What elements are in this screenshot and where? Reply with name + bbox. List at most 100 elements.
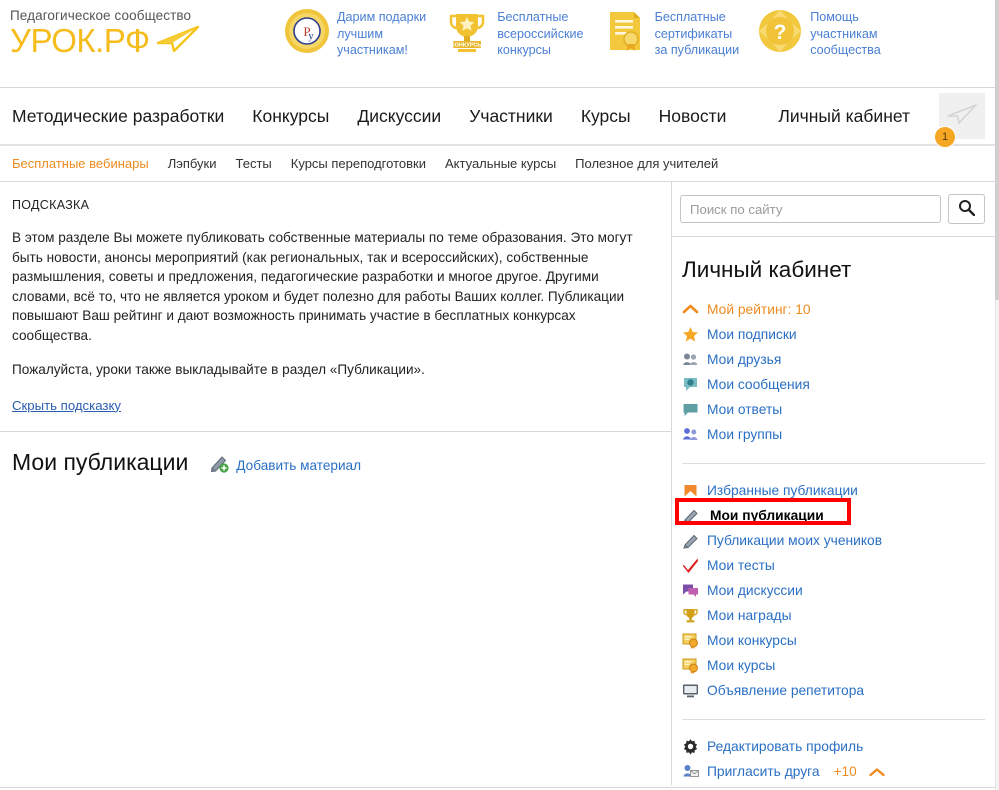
trophy-icon xyxy=(682,607,699,624)
svg-text:КОНКУРСЫ: КОНКУРСЫ xyxy=(451,43,483,49)
sidebar-item-priglasit-druga[interactable]: Пригласить друга +10 xyxy=(680,759,985,784)
subnav-item-aktualnye-kursy[interactable]: Актуальные курсы xyxy=(445,156,556,171)
invite-bonus-points: +10 xyxy=(833,764,857,779)
star-icon xyxy=(682,326,699,343)
friends-icon xyxy=(682,351,699,368)
page-scrollbar[interactable] xyxy=(995,0,999,790)
sidebar-item-obyavlenie-repetitora[interactable]: Объявление репетитора xyxy=(680,678,985,703)
promo-gifts[interactable]: Р у Дарим подарки лучшим участникам! xyxy=(284,8,426,59)
checkmark-icon xyxy=(682,557,699,574)
sidebar-item-moi-testy[interactable]: Мои тесты xyxy=(680,553,985,578)
sidebar-item-moi-kursy[interactable]: Мои курсы xyxy=(680,653,985,678)
promo-line: лучшим xyxy=(337,26,384,41)
sidebar-item-moi-soobshcheniya[interactable]: Мои сообщения xyxy=(680,372,985,397)
scrollbar-thumb[interactable] xyxy=(995,0,999,300)
pencil-icon xyxy=(682,507,699,524)
site-search xyxy=(672,182,999,237)
header-promos: Р у Дарим подарки лучшим участникам! КОН… xyxy=(284,4,881,59)
nav-item-uchastniki[interactable]: Участники xyxy=(469,106,553,127)
publications-header: Мои публикации Добавить материал xyxy=(0,432,671,492)
top-header: Педагогическое сообщество УРОК.РФ Р у Да… xyxy=(0,0,999,88)
logo-tagline: Педагогическое сообщество xyxy=(10,8,192,23)
sidebar-item-label: Объявление репетитора xyxy=(707,683,865,698)
add-material-button[interactable]: Добавить материал xyxy=(210,448,361,478)
sidebar-item-moi-nagrady[interactable]: Мои награды xyxy=(680,603,985,628)
sidebar-item-label: Публикации моих учеников xyxy=(707,533,883,548)
groups-icon xyxy=(682,426,699,443)
answer-bubble-icon xyxy=(682,401,699,418)
gold-seal-icon: Р у xyxy=(284,8,330,54)
promo-line: участникам! xyxy=(337,43,408,57)
promo-line: всероссийские xyxy=(497,26,584,41)
nav-item-metodicheskie-razrabotki[interactable]: Методические разработки xyxy=(12,106,224,127)
sidebar-item-label: Мои группы xyxy=(707,427,783,442)
sidebar-item-moi-podpiski[interactable]: Мои подписки xyxy=(680,322,985,347)
svg-text:у: у xyxy=(308,30,314,42)
promo-line: Дарим подарки xyxy=(337,10,427,24)
sidebar-inner: Личный кабинет Мой рейтинг: 10 Мои подпи… xyxy=(672,257,999,790)
search-button[interactable] xyxy=(948,194,985,224)
discussion-icon xyxy=(682,582,699,599)
sidebar-item-moi-publikacii[interactable]: Мои публикации xyxy=(675,498,985,528)
sidebar-item-label: Мои тесты xyxy=(707,558,775,573)
promo-line: сообщества xyxy=(810,43,881,57)
sidebar-item-moi-konkursy[interactable]: Мои конкурсы xyxy=(680,628,985,653)
nav-item-diskussii[interactable]: Дискуссии xyxy=(357,106,441,127)
sidebar-item-label: Мои публикации xyxy=(707,508,827,523)
sidebar-item-label: Мои сообщения xyxy=(707,377,810,392)
sidebar-item-moi-diskussii[interactable]: Мои дискуссии xyxy=(680,578,985,603)
sidebar-item-redaktirovat-profil[interactable]: Редактировать профиль xyxy=(680,734,985,759)
promo-line: Бесплатные xyxy=(654,10,726,24)
promo-line: конкурсы xyxy=(497,43,551,57)
promo-contests[interactable]: КОНКУРСЫ Бесплатные всероссийские конкур… xyxy=(444,8,584,59)
promo-help[interactable]: ? Помощь участникам сообщества xyxy=(757,8,881,59)
subnav-item-kursy-perepodgotovki[interactable]: Курсы переподготовки xyxy=(291,156,426,171)
sidebar-item-label: Мой рейтинг: 10 xyxy=(707,302,811,317)
sidebar-item-moj-rejting[interactable]: Мой рейтинг: 10 xyxy=(680,297,985,322)
sidebar-item-label: Мои подписки xyxy=(707,327,797,342)
subnav-item-poleznoe-dlya-uchitelej[interactable]: Полезное для учителей xyxy=(575,156,718,171)
nav-item-lichnyj-kabinet[interactable]: Личный кабинет xyxy=(778,106,910,127)
search-input[interactable] xyxy=(680,195,941,223)
rating-chevron-icon xyxy=(868,766,885,778)
nav-item-novosti[interactable]: Новости xyxy=(659,106,727,127)
promo-contests-text: Бесплатные всероссийские конкурсы xyxy=(497,8,583,59)
sidebar-item-moi-druzya[interactable]: Мои друзья xyxy=(680,347,985,372)
hint-note-text: Пожалуйста, уроки также выкладывайте в р… xyxy=(12,362,425,377)
paper-plane-mail-icon xyxy=(947,103,977,129)
trophy-icon: КОНКУРСЫ xyxy=(444,8,490,54)
sidebar-item-izbrannye-publikacii[interactable]: Избранные публикации xyxy=(680,478,985,503)
message-bubble-icon xyxy=(682,376,699,393)
paper-plane-icon xyxy=(156,25,200,57)
nav-item-kursy[interactable]: Курсы xyxy=(581,106,631,127)
hint-title: ПОДСКАЗКА xyxy=(12,198,90,212)
invite-friend-icon xyxy=(682,763,699,780)
pencil-icon xyxy=(682,532,699,549)
site-logo[interactable]: Педагогическое сообщество УРОК.РФ xyxy=(10,4,270,57)
promo-line: Бесплатные xyxy=(497,10,569,24)
subnav-item-lepbuki[interactable]: Лэпбуки xyxy=(168,156,217,171)
sidebar-group-profile: Мой рейтинг: 10 Мои подписки Мои друзья … xyxy=(680,297,985,457)
sidebar-item-label: Мои курсы xyxy=(707,658,776,673)
main-content: ПОДСКАЗКА В этом разделе Вы можете публи… xyxy=(0,182,672,785)
subnav-item-testy[interactable]: Тесты xyxy=(236,156,272,171)
promo-gifts-text: Дарим подарки лучшим участникам! xyxy=(337,8,426,59)
promo-certificates[interactable]: Бесплатные сертификаты за публикации xyxy=(602,8,739,59)
nav-item-konkursy[interactable]: Конкурсы xyxy=(252,106,329,127)
certificate-badge-icon xyxy=(682,632,699,649)
page-title: Мои публикации xyxy=(12,449,189,475)
add-material-label: Добавить материал xyxy=(236,458,362,473)
hint-panel: ПОДСКАЗКА В этом разделе Вы можете публи… xyxy=(0,182,671,432)
sidebar-item-label: Мои друзья xyxy=(707,352,782,367)
subnav-item-besplatnye-vebinary[interactable]: Бесплатные вебинары xyxy=(12,156,149,171)
promo-line: участникам xyxy=(810,26,878,41)
sidebar-item-moi-gruppy[interactable]: Мои группы xyxy=(680,422,985,447)
sidebar-title: Личный кабинет xyxy=(682,257,852,282)
sidebar-item-label: Избранные публикации xyxy=(707,483,858,498)
sidebar-item-label: Мои дискуссии xyxy=(707,583,803,598)
sidebar-item-publikacii-moih-uchenikov[interactable]: Публикации моих учеников xyxy=(680,528,985,553)
sidebar-group-account-actions: Редактировать профиль Пригласить друга +… xyxy=(680,734,985,790)
body-wrapper: ПОДСКАЗКА В этом разделе Вы можете публи… xyxy=(0,182,999,790)
hide-hint-link[interactable]: Скрыть подсказку xyxy=(12,398,121,413)
sidebar-item-moi-otvety[interactable]: Мои ответы xyxy=(680,397,985,422)
